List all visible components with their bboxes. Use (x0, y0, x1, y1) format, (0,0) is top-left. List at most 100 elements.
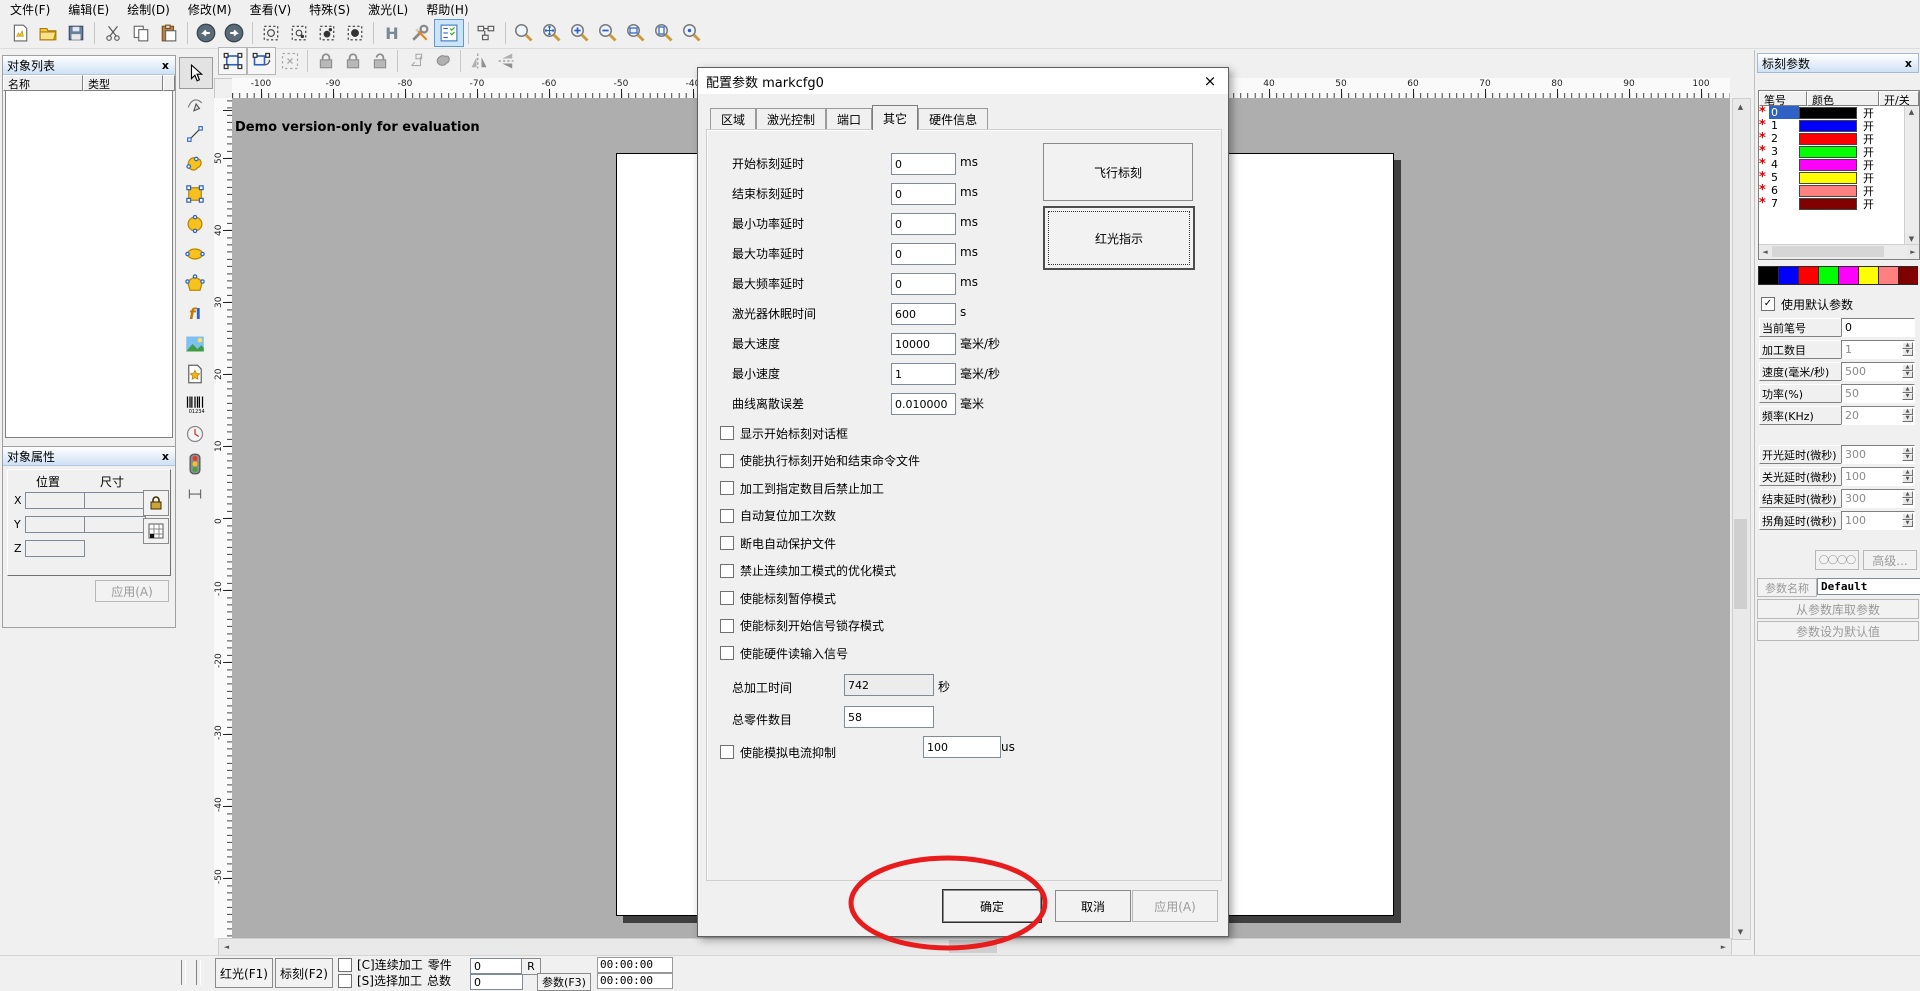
spinner-down-icon[interactable]: ▼ (1902, 498, 1913, 505)
dialog-checkbox[interactable] (720, 591, 734, 605)
pen-table-row[interactable]: *6开 (1759, 184, 1905, 197)
cut-button[interactable] (99, 20, 127, 46)
spinner-up-icon[interactable]: ▲ (1902, 491, 1913, 498)
zoom-in-button[interactable] (566, 20, 594, 46)
menu-item-0[interactable]: 文件(F) (10, 1, 50, 18)
curve-tool[interactable] (179, 149, 211, 179)
mark-f2-button[interactable]: 标刻(F2) (275, 958, 333, 988)
use-default-checkbox[interactable]: ✓ (1761, 297, 1775, 311)
menu-item-3[interactable]: 修改(M) (188, 1, 232, 18)
palette-swatch[interactable] (1818, 266, 1838, 285)
mp-field-input[interactable]: 300▲▼ (1841, 489, 1915, 508)
dialog-checkbox[interactable] (720, 426, 734, 440)
dialog-checkbox[interactable] (720, 564, 734, 578)
mp-spinner[interactable]: ▲▼ (1902, 408, 1913, 421)
pen-table-row[interactable]: *1开 (1759, 119, 1905, 132)
ellipse-tool[interactable] (179, 239, 211, 269)
analog-suppress-input[interactable]: 100 (923, 736, 1001, 758)
lock-x-button[interactable] (312, 48, 339, 74)
pen-table-row[interactable]: *7开 (1759, 197, 1905, 210)
mp-field-input[interactable]: 100▲▼ (1841, 467, 1915, 486)
z-position-input[interactable] (25, 540, 85, 557)
mp-spinner[interactable]: ▲▼ (1902, 386, 1913, 399)
y-size-input[interactable] (84, 516, 146, 533)
tab-area[interactable]: 区域 (710, 108, 756, 130)
red-light-pointer-button[interactable]: 红光指示 (1043, 206, 1195, 270)
spinner-down-icon[interactable]: ▼ (1902, 349, 1913, 356)
bitmap-tool[interactable] (179, 329, 211, 359)
new-file-button[interactable] (6, 20, 34, 46)
node-edit-button[interactable] (257, 20, 285, 46)
polygon-tool[interactable] (179, 269, 211, 299)
mirror-horizontal-button[interactable] (492, 48, 519, 74)
param-name-button[interactable]: 参数名称 (1757, 578, 1817, 597)
zoom-page-button[interactable] (650, 20, 678, 46)
select-none-button[interactable] (276, 48, 303, 74)
scroll-up-icon[interactable]: ▲ (1905, 106, 1918, 118)
cancel-button[interactable]: 取消 (1055, 890, 1131, 922)
circle-tool[interactable] (179, 209, 211, 239)
load-from-library-button[interactable]: 从参数库取参数 (1757, 599, 1919, 619)
delay-clock-tool[interactable] (179, 419, 211, 449)
line-tool[interactable] (179, 119, 211, 149)
red-light-f1-button[interactable]: 红光(F1) (215, 958, 273, 988)
lock-y-button[interactable] (339, 48, 366, 74)
node-join-button[interactable] (341, 20, 369, 46)
palette-swatch[interactable] (1758, 266, 1778, 285)
scroll-down-icon[interactable]: ▼ (1733, 924, 1748, 939)
dialog-field-input[interactable]: 0 (891, 213, 956, 235)
select-all-objects-button[interactable] (218, 47, 247, 75)
dialog-checkbox[interactable] (720, 536, 734, 550)
apply-button[interactable]: 应用(A) (95, 580, 169, 602)
dialog-field-input[interactable]: 0 (891, 273, 956, 295)
spinner-up-icon[interactable]: ▲ (1902, 447, 1913, 454)
anchor-grid-button[interactable] (143, 518, 169, 544)
mirror-vertical-button[interactable] (465, 48, 492, 74)
spinner-down-icon[interactable]: ▼ (1902, 415, 1913, 422)
open-file-button[interactable] (34, 20, 62, 46)
total-time-input[interactable]: 742 (844, 674, 934, 696)
spinner-up-icon[interactable]: ▲ (1902, 386, 1913, 393)
menu-item-1[interactable]: 编辑(E) (68, 1, 109, 18)
tab-laser-control[interactable]: 激光控制 (756, 108, 826, 130)
palette-swatch[interactable] (1898, 266, 1918, 285)
dialog-field-input[interactable]: 0 (891, 183, 956, 205)
spinner-down-icon[interactable]: ▼ (1902, 371, 1913, 378)
part-count-input[interactable]: 0 (470, 958, 523, 974)
fill-object-button[interactable] (429, 48, 456, 74)
mp-field-input[interactable]: 100▲▼ (1841, 511, 1915, 530)
tab-port[interactable]: 端口 (826, 108, 872, 130)
mp-spinner[interactable]: ▲▼ (1902, 513, 1913, 526)
redo-button[interactable] (220, 20, 248, 46)
x-size-input[interactable] (84, 492, 146, 509)
dialog-field-input[interactable]: 1 (891, 363, 956, 385)
mp-spinner[interactable]: ▲▼ (1902, 491, 1913, 504)
param-name-input[interactable]: Default (1817, 578, 1920, 595)
close-icon[interactable]: x (160, 60, 171, 71)
onoff-col-header[interactable]: 开/关 (1879, 91, 1919, 106)
close-icon[interactable]: x (1903, 58, 1914, 69)
column-header-name[interactable]: 名称 (3, 75, 83, 91)
scroll-up-icon[interactable]: ▲ (1733, 99, 1748, 114)
menu-item-5[interactable]: 特殊(S) (309, 1, 350, 18)
h-scroll-thumb[interactable] (949, 940, 997, 953)
spinner-down-icon[interactable]: ▼ (1902, 454, 1913, 461)
mp-spinner[interactable]: ▲▼ (1902, 447, 1913, 460)
tab-hardware-info[interactable]: 硬件信息 (918, 108, 988, 130)
palette-swatch[interactable] (1778, 266, 1798, 285)
menu-item-2[interactable]: 绘制(D) (127, 1, 170, 18)
text-tool[interactable]: fI (179, 299, 211, 329)
ok-button[interactable]: 确定 (943, 890, 1041, 922)
scroll-left-icon[interactable]: ◄ (219, 939, 234, 954)
scroll-right-icon[interactable]: ► (1907, 245, 1919, 258)
dialog-titlebar[interactable]: 配置参数 markcfg0 × (698, 68, 1228, 94)
close-icon[interactable]: x (160, 451, 171, 462)
select-tool[interactable] (179, 57, 213, 89)
mp-field-input[interactable]: 1▲▼ (1841, 340, 1915, 359)
palette-swatch[interactable] (1798, 266, 1818, 285)
mp-field-input[interactable]: 50▲▼ (1841, 384, 1915, 403)
palette-swatch[interactable] (1838, 266, 1858, 285)
zoom-tool-button[interactable] (510, 20, 538, 46)
spinner-up-icon[interactable]: ▲ (1902, 408, 1913, 415)
paste-button[interactable] (155, 20, 183, 46)
